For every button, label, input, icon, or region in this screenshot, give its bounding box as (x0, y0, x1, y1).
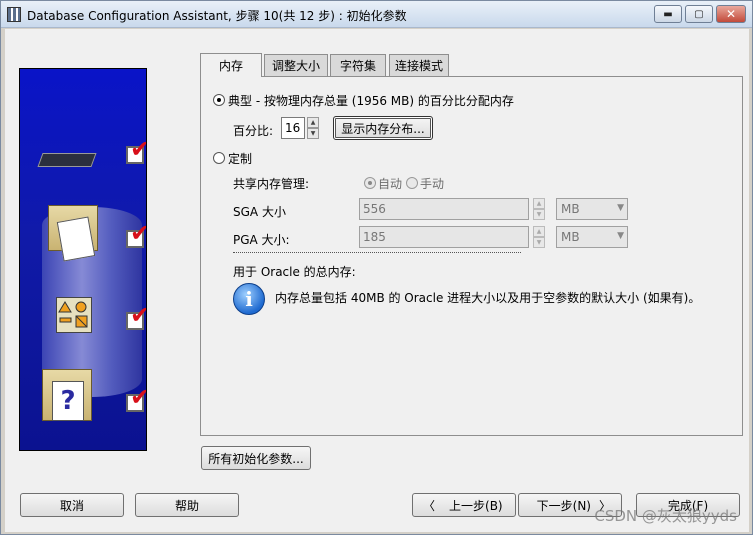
shapes-icon (56, 297, 92, 333)
sga-spinner[interactable]: ▲ ▼ (533, 198, 545, 220)
auto-radio[interactable] (364, 177, 376, 189)
divider (233, 252, 521, 253)
total-memory-info-text: 内存总量包括 40MB 的 Oracle 进程大小以及用于空参数的默认大小 (如… (275, 291, 701, 305)
pga-spinner[interactable]: ▲ ▼ (533, 226, 545, 248)
document-icon (56, 216, 96, 262)
show-memory-distribution-button[interactable]: 显示内存分布... (333, 116, 433, 140)
shared-memory-management-label: 共享内存管理: (233, 177, 310, 191)
maximize-button[interactable]: ▢ (685, 5, 713, 23)
sga-size-input[interactable]: 556 (359, 198, 529, 220)
back-button[interactable]: 〈 上一步(B) (412, 493, 516, 517)
tab-connection-mode[interactable]: 连接模式 (389, 54, 449, 76)
back-arrow-icon: 〈 (423, 498, 436, 513)
pga-up-arrow-icon[interactable]: ▲ (533, 226, 545, 237)
manual-radio[interactable] (406, 177, 418, 189)
pga-unit-select[interactable]: MB ▼ (556, 226, 628, 248)
memory-tab-panel: 典型 - 按物理内存总量 (1956 MB) 的百分比分配内存 百分比: 16 … (200, 76, 743, 436)
sga-down-arrow-icon[interactable]: ▼ (533, 209, 545, 220)
sga-dropdown-arrow-icon: ▼ (617, 203, 624, 213)
memory-chip-icon (37, 153, 97, 167)
percent-spinner[interactable]: ▲ ▼ (307, 117, 319, 139)
red-check-2-icon: ✔ (130, 221, 146, 245)
tab-charset[interactable]: 字符集 (330, 54, 386, 76)
next-button-label: 下一步(N) (536, 498, 591, 513)
back-button-label: 上一步(B) (449, 498, 503, 513)
info-icon: i (233, 283, 265, 315)
watermark: CSDN @灰太狼yyds (594, 507, 737, 525)
title-bar[interactable]: Database Configuration Assistant, 步骤 10(… (1, 1, 752, 28)
custom-radio[interactable] (213, 152, 225, 164)
red-check-1-icon: ✔ (130, 137, 146, 161)
cancel-button[interactable]: 取消 (20, 493, 124, 517)
dbca-window: Database Configuration Assistant, 步骤 10(… (0, 0, 753, 535)
custom-label: 定制 (228, 152, 253, 166)
tab-memory[interactable]: 内存 (200, 53, 262, 77)
manual-label: 手动 (420, 177, 445, 191)
help-button[interactable]: 帮助 (135, 493, 239, 517)
question-document-icon: ? (52, 381, 84, 421)
sga-up-arrow-icon[interactable]: ▲ (533, 198, 545, 209)
auto-label: 自动 (378, 177, 403, 191)
pga-size-input[interactable]: 185 (359, 226, 529, 248)
close-button[interactable]: ✕ (716, 5, 746, 23)
dialog-content: ? ✔ ✔ ✔ ✔ 内存 调整大小 字符集 连接模式 典型 - 按物理内存总量 … (5, 29, 749, 532)
pga-dropdown-arrow-icon: ▼ (617, 231, 624, 241)
pga-size-label: PGA 大小: (233, 233, 290, 247)
wizard-side-image: ? ✔ ✔ ✔ ✔ (19, 68, 147, 451)
percent-input[interactable]: 16 (281, 117, 305, 139)
window-title: Database Configuration Assistant, 步骤 10(… (27, 9, 407, 23)
percent-up-arrow-icon[interactable]: ▲ (307, 117, 319, 128)
sga-unit-select[interactable]: MB ▼ (556, 198, 628, 220)
all-initialization-parameters-button[interactable]: 所有初始化参数... (201, 446, 311, 470)
minimize-button[interactable]: ▬ (654, 5, 682, 23)
total-memory-label: 用于 Oracle 的总内存: (233, 265, 356, 279)
percent-label: 百分比: (233, 124, 274, 138)
tab-sizing[interactable]: 调整大小 (264, 54, 328, 76)
sga-size-label: SGA 大小 (233, 205, 286, 219)
pga-unit-value: MB (561, 230, 580, 244)
red-check-4-icon: ✔ (130, 385, 146, 409)
typical-label: 典型 - 按物理内存总量 (1956 MB) 的百分比分配内存 (228, 94, 514, 108)
pga-down-arrow-icon[interactable]: ▼ (533, 237, 545, 248)
app-icon (7, 7, 21, 22)
sga-unit-value: MB (561, 202, 580, 216)
percent-down-arrow-icon[interactable]: ▼ (307, 128, 319, 139)
red-check-3-icon: ✔ (130, 303, 146, 327)
typical-radio[interactable] (213, 94, 225, 106)
